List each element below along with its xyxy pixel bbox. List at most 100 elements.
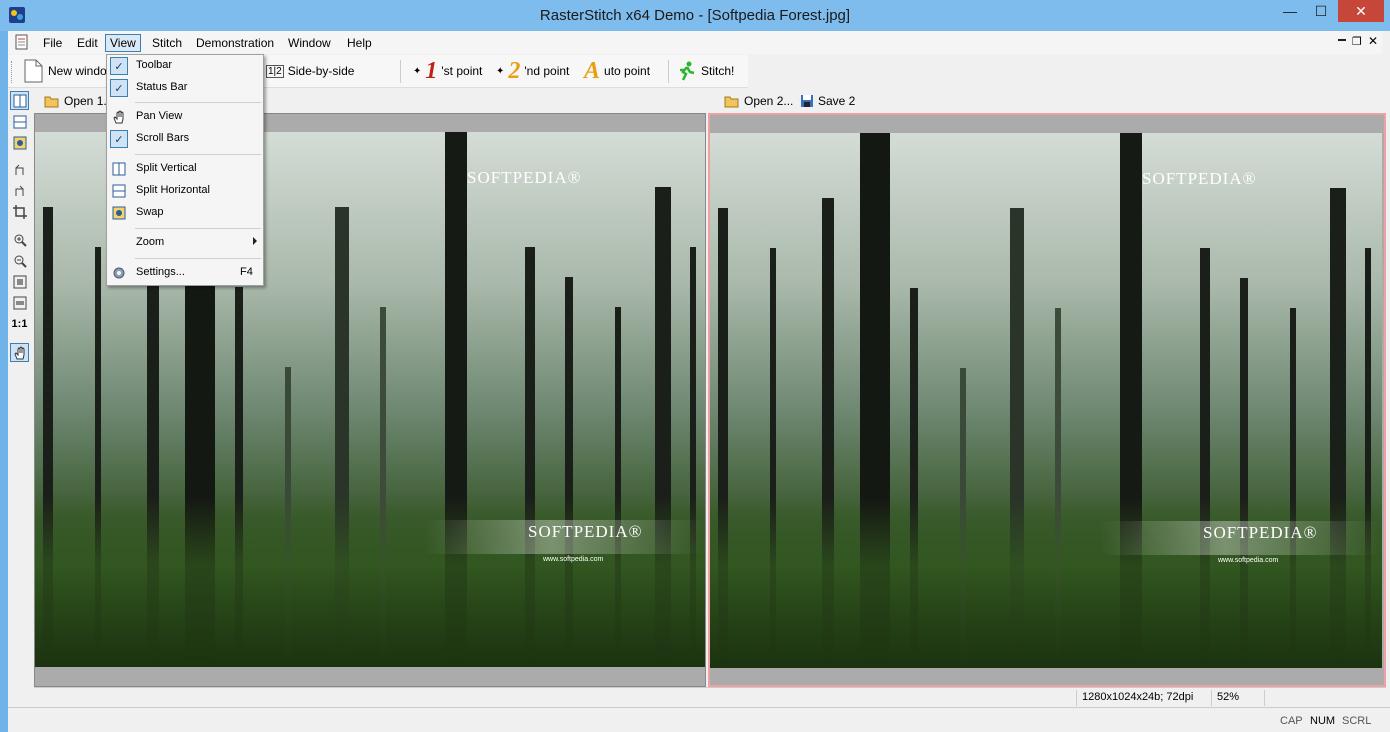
zoom-out-tool-button[interactable] [10,251,29,270]
auto-point-letter: A [584,58,601,84]
open-2-label: Open 2... [744,94,794,108]
fit-window-tool-button[interactable] [10,272,29,291]
toolbar-separator [668,60,669,83]
watermark-brand-top: SOFTPEDIA® [1142,169,1257,188]
hand-icon [13,345,24,359]
auto-point-label: uto point [604,64,651,78]
second-point-button[interactable]: ✦ 2 'nd point [496,58,569,84]
view-menu-scroll-bars[interactable]: ✓ Scroll Bars [107,129,263,149]
open-folder-icon [44,96,59,108]
zoom-out-icon [14,255,27,268]
mdi-restore-button[interactable]: ❐ [1352,35,1362,48]
pan-tool-button[interactable] [10,343,29,362]
rotate-right-tool-button[interactable] [10,181,29,200]
view-menu-split-horizontal[interactable]: Split Horizontal [107,181,263,201]
toolbar-grip[interactable] [11,61,14,83]
view-menu-swap[interactable]: Swap [107,203,263,223]
menu-demonstration[interactable]: Demonstration [191,34,279,52]
menu-item-label: Toolbar [136,59,173,71]
menu-view[interactable]: View [105,34,141,52]
save-disk-icon [801,95,813,107]
pin-icon: ✦ [496,65,505,77]
view-menu-dropdown: ✓ Toolbar ✓ Status Bar Pan View ✓ Scroll… [106,54,264,286]
mdi-close-button[interactable]: ✕ [1368,34,1378,48]
side-by-side-label: Side-by-side [287,64,355,78]
maximize-button[interactable]: ☐ [1304,0,1338,22]
status-bar: CAP NUM SCRL [8,707,1390,732]
window-title: RasterStitch x64 Demo - [Softpedia Fores… [539,7,851,24]
stitch-runner-icon [680,61,695,81]
menu-file[interactable]: File [38,34,67,52]
rotate-left-tool-button[interactable] [10,160,29,179]
split-horizontal-icon [111,183,127,199]
fit-width-icon [13,296,26,309]
first-point-button[interactable]: ✦ 1 'st point [413,58,482,84]
split-horizontal-tool-button[interactable] [10,112,29,131]
stitch-button[interactable]: Stitch! [675,58,734,84]
check-icon: ✓ [110,79,128,97]
menu-item-label: Settings... [136,266,185,278]
swap-icon [13,136,26,149]
view-menu-split-vertical[interactable]: Split Vertical [107,159,263,179]
auto-point-button[interactable]: A uto point [584,58,650,84]
split-vertical-tool-button[interactable] [10,91,29,110]
menu-item-label: Scroll Bars [136,132,190,144]
zoom-level: 52% [1217,691,1240,703]
zoom-in-icon [14,234,27,247]
scroll-lock-indicator: SCRL [1342,715,1372,727]
menu-window[interactable]: Window [283,34,336,52]
menu-item-label: Split Vertical [136,162,197,174]
crop-tool-button[interactable] [10,202,29,221]
side-by-side-button[interactable]: 1|2 Side-by-side [266,58,354,84]
side-toolbar: 1:1 [8,90,30,380]
swap-icon [111,205,127,221]
second-point-number: 2 [508,58,521,84]
view-menu-status-bar[interactable]: ✓ Status Bar [107,78,263,98]
document-icon[interactable] [14,34,30,50]
minimize-button[interactable]: — [1276,0,1304,22]
check-icon: ✓ [110,130,128,148]
menu-item-label: Status Bar [136,81,188,93]
actual-size-tool-button[interactable]: 1:1 [10,314,29,333]
zoom-in-tool-button[interactable] [10,230,29,249]
first-point-number: 1 [425,58,438,84]
menu-item-label: Zoom [136,236,165,248]
split-horizontal-icon [13,115,26,128]
save-2-label: Save 2 [818,94,856,108]
watermark-url: www.softpedia.com [543,556,604,563]
check-icon: ✓ [110,57,128,75]
new-document-icon [24,59,43,83]
fit-width-tool-button[interactable] [10,293,29,312]
menu-help[interactable]: Help [342,34,377,52]
view-menu-toolbar[interactable]: ✓ Toolbar [107,56,263,76]
hand-icon [111,109,127,125]
fit-window-icon [13,275,26,288]
split-vertical-icon [13,94,26,107]
forest-photo-right: SOFTPEDIA® SOFTPEDIA® www.softpedia.com [710,133,1382,668]
stitch-label: Stitch! [701,64,735,78]
close-button[interactable]: ✕ [1338,0,1384,22]
swap-tool-button[interactable] [10,133,29,152]
save-2-button[interactable]: Save 2 [800,91,855,111]
second-point-label: 'nd point [524,64,570,78]
split-vertical-icon [111,161,127,177]
new-window-label: New windo [48,64,107,78]
new-window-button[interactable]: New windo [22,58,107,84]
open-1-button[interactable]: Open 1... [44,91,113,111]
mdi-minimize-button[interactable] [1338,39,1346,41]
first-point-label: 'st point [441,64,483,78]
view-menu-pan-view[interactable]: Pan View [107,107,263,127]
right-image-pane[interactable]: SOFTPEDIA® SOFTPEDIA® www.softpedia.com [708,113,1386,687]
crop-icon [12,204,27,219]
menu-item-label: Swap [136,206,164,218]
menu-edit[interactable]: Edit [72,34,103,52]
menu-bar: File Edit View Stitch Demonstration Wind… [8,31,1382,54]
open-2-button[interactable]: Open 2... [724,91,793,111]
open-folder-icon [724,96,739,108]
view-menu-settings[interactable]: Settings... F4 [107,263,263,283]
caps-lock-indicator: CAP [1280,715,1303,727]
rotate-left-icon [15,164,23,175]
view-menu-zoom[interactable]: Zoom [107,233,263,253]
submenu-arrow-icon [253,237,257,245]
menu-stitch[interactable]: Stitch [147,34,187,52]
